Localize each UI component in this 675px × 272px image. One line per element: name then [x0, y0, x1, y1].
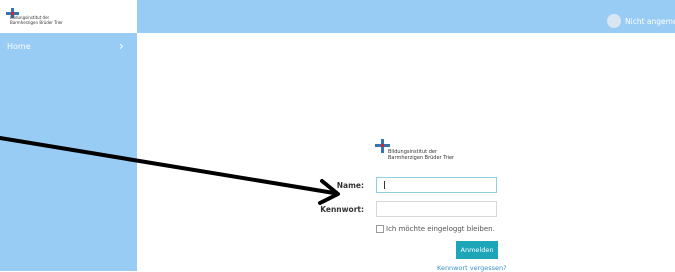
annotation-arrow-icon	[0, 136, 340, 205]
